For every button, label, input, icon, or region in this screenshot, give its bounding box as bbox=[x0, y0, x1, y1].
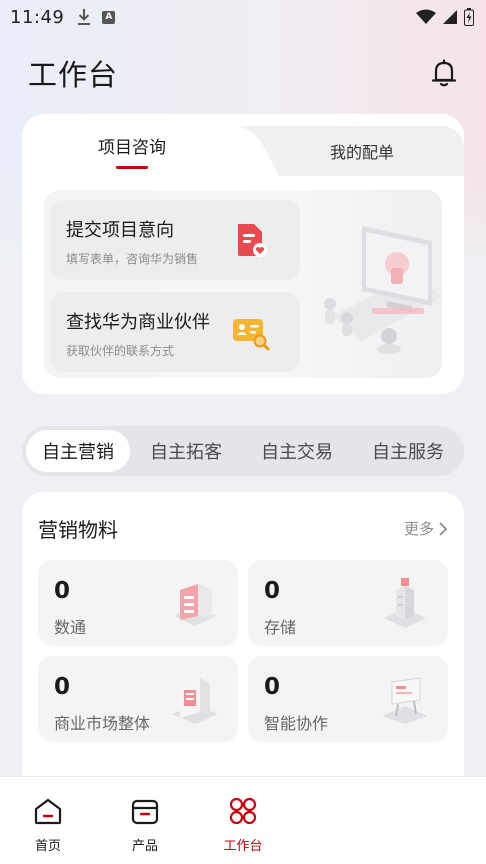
material-tile-datacom[interactable]: 0 数通 bbox=[38, 560, 238, 646]
form-heart-icon bbox=[238, 224, 267, 257]
home-icon bbox=[34, 798, 62, 825]
storage-tower-icon bbox=[384, 578, 426, 628]
notification-icons: A bbox=[76, 8, 116, 26]
bell-icon bbox=[431, 59, 457, 87]
marketing-segment-tabs: 自主营销 自主拓客 自主交易 自主服务 bbox=[22, 426, 464, 476]
nav-label: 产品 bbox=[131, 839, 158, 854]
material-tile-storage[interactable]: 0 存储 bbox=[248, 560, 448, 646]
notification-button[interactable] bbox=[428, 57, 460, 89]
market-cabinet-icon bbox=[172, 678, 218, 724]
submit-intent-item[interactable]: 提交项目意向 填写表单，咨询华为销售 bbox=[50, 200, 300, 280]
system-icons bbox=[416, 8, 474, 26]
nav-label: 工作台 bbox=[223, 839, 263, 854]
segment-self-prospecting[interactable]: 自主拓客 bbox=[134, 426, 238, 476]
download-icon bbox=[78, 9, 91, 25]
segment-self-trading[interactable]: 自主交易 bbox=[244, 426, 350, 476]
material-tile-smart-collab[interactable]: 0 智能协作 bbox=[248, 656, 448, 742]
page-title: 工作台 bbox=[28, 58, 119, 92]
smart-board-icon bbox=[382, 677, 428, 724]
wifi-icon bbox=[416, 9, 436, 24]
marketing-header: 营销物料 更多 bbox=[38, 514, 448, 543]
material-tile-commercial-market[interactable]: 0 商业市场整体 bbox=[38, 656, 238, 742]
segment-self-marketing[interactable]: 自主营销 bbox=[26, 426, 130, 476]
nav-workbench[interactable]: 工作台 bbox=[208, 777, 278, 864]
signal-icon bbox=[443, 10, 457, 24]
more-label: 更多 bbox=[403, 520, 434, 538]
header: 工作台 bbox=[0, 48, 486, 98]
find-partner-item[interactable]: 查找华为商业伙伴 获取伙伴的联系方式 bbox=[50, 292, 300, 372]
status-time: 11:49 bbox=[10, 6, 65, 28]
status-bar: 11:49 A bbox=[0, 0, 486, 34]
bottom-navigation: 首页 产品 工作台 bbox=[0, 776, 486, 864]
marketing-materials-card: 营销物料 更多 0 数通 0 存储 0 商业市场整体 0 智能协作 bbox=[22, 492, 464, 792]
datacom-server-icon bbox=[174, 584, 216, 626]
nav-label: 首页 bbox=[34, 839, 61, 854]
more-link[interactable]: 更多 bbox=[404, 518, 448, 539]
app-notification-icon: A bbox=[102, 10, 116, 24]
nav-home[interactable]: 首页 bbox=[13, 777, 83, 864]
product-box-icon bbox=[131, 799, 159, 825]
segment-self-service[interactable]: 自主服务 bbox=[356, 426, 460, 476]
chevron-right-icon bbox=[439, 521, 448, 536]
battery-icon bbox=[464, 8, 474, 26]
consultation-illustration bbox=[324, 226, 442, 354]
workbench-grid-icon bbox=[229, 797, 257, 825]
active-tab-indicator bbox=[116, 166, 148, 169]
nav-products[interactable]: 产品 bbox=[110, 777, 180, 864]
project-tabs: 项目咨询 我的配单 bbox=[22, 114, 464, 176]
tab-my-orders[interactable]: 我的配单 bbox=[262, 114, 462, 176]
contact-card-search-icon bbox=[233, 319, 270, 351]
project-card: 项目咨询 我的配单 提交项目意向 填写表单，咨询华为销售 查找华为商业伙伴 获取… bbox=[22, 114, 464, 394]
project-actions: 提交项目意向 填写表单，咨询华为销售 查找华为商业伙伴 获取伙伴的联系方式 bbox=[44, 190, 442, 378]
section-title: 营销物料 bbox=[38, 518, 118, 542]
